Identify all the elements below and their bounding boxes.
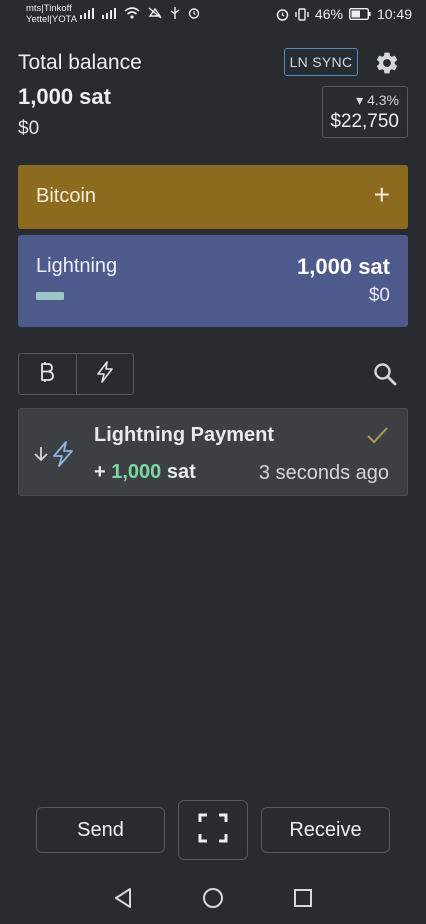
arrow-down-icon	[33, 444, 49, 469]
price-ticker[interactable]: ▾ 4.3% $22,750	[322, 86, 408, 138]
carrier-line-2: Yettel|YOTA	[26, 14, 78, 25]
carrier-line-1: mts|Tinkoff	[26, 3, 72, 14]
total-balance-fiat: $0	[18, 118, 40, 139]
amount-unit: sat	[161, 461, 196, 483]
status-icons-right: 46% 10:49	[276, 6, 412, 22]
lightning-balance-sat: 1,000 sat	[297, 254, 390, 279]
usb-icon	[170, 7, 180, 19]
status-icons-left	[80, 7, 200, 19]
transaction-time: 3 seconds ago	[258, 462, 389, 484]
send-button[interactable]: Send	[36, 807, 165, 853]
gear-icon[interactable]	[374, 50, 400, 76]
transaction-item[interactable]: Lightning Payment + 1,000 sat 3 seconds …	[18, 408, 408, 496]
price-value: $22,750	[330, 111, 399, 132]
lightning-balance-fiat: $0	[368, 285, 390, 306]
bitcoin-icon	[38, 361, 56, 388]
scan-icon	[197, 812, 229, 849]
scan-button[interactable]	[178, 800, 248, 860]
signal-icon	[102, 7, 116, 19]
system-nav-bar	[0, 872, 426, 924]
total-balance-sat: 1,000 sat	[18, 84, 111, 109]
signal-icon	[80, 7, 94, 19]
alarm-icon	[276, 8, 289, 21]
home-icon[interactable]	[200, 885, 226, 911]
battery-icon	[348, 8, 371, 20]
vibrate-icon	[295, 7, 309, 21]
lightning-account-label: Lightning	[36, 255, 118, 277]
total-balance-label: Total balance	[18, 51, 142, 74]
alarm-icon	[188, 7, 200, 19]
lightning-account-card[interactable]: Lightning 1,000 sat $0	[18, 235, 408, 327]
bitcoin-account-label: Bitcoin	[36, 185, 97, 207]
lightning-status-bar	[36, 292, 64, 300]
check-icon	[365, 423, 389, 447]
transaction-title: Lightning Payment	[94, 424, 274, 446]
filter-toggle-group	[18, 353, 134, 395]
clock: 10:49	[376, 6, 412, 22]
transaction-amount: + 1,000 sat	[94, 461, 196, 484]
transaction-icons	[33, 441, 75, 472]
ln-sync-button[interactable]: LN SYNC	[284, 48, 358, 76]
filter-bitcoin-button[interactable]	[19, 354, 76, 394]
lightning-icon	[95, 360, 115, 388]
back-icon[interactable]	[110, 885, 136, 911]
battery-percent: 46%	[314, 6, 343, 22]
status-bar: mts|Tinkoff Yettel|YOTA 46% 10:49	[0, 0, 426, 30]
add-bitcoin-button[interactable]: +	[374, 179, 390, 211]
recents-icon[interactable]	[290, 885, 316, 911]
receive-button[interactable]: Receive	[261, 807, 390, 853]
search-icon[interactable]	[372, 361, 398, 387]
carrier-info: mts|Tinkoff Yettel|YOTA	[26, 3, 77, 25]
amount-value: 1,000	[111, 461, 162, 483]
wifi-icon	[124, 7, 140, 19]
lightning-icon	[51, 441, 75, 472]
price-change: ▾ 4.3%	[356, 92, 399, 108]
amount-prefix: +	[94, 461, 112, 483]
filter-lightning-button[interactable]	[75, 354, 134, 394]
mute-icon	[148, 7, 162, 19]
bitcoin-account-card[interactable]: Bitcoin +	[18, 165, 408, 229]
